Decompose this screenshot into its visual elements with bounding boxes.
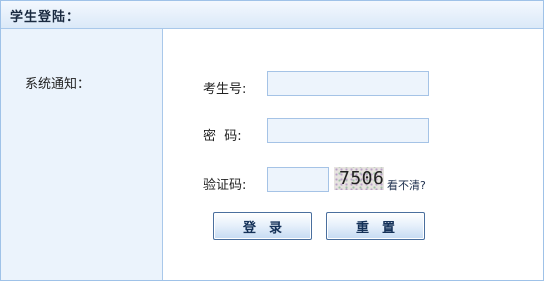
login-form	[163, 29, 543, 280]
password-label: 密 码:	[203, 129, 242, 144]
refresh-captcha-link[interactable]: 看不清?	[387, 177, 426, 193]
login-button[interactable]: 登录	[213, 212, 312, 240]
captcha-code: 7506	[339, 168, 384, 189]
captcha-image[interactable]: 7506	[334, 167, 384, 190]
exam-id-label: 考生号:	[203, 82, 247, 97]
reset-button[interactable]: 重置	[326, 212, 425, 240]
notice-title: 系统通知：	[25, 77, 91, 92]
captcha-input[interactable]	[267, 167, 329, 192]
exam-id-input[interactable]	[267, 71, 429, 96]
password-input[interactable]	[267, 118, 429, 143]
captcha-label: 验证码:	[203, 178, 247, 193]
notice-sidebar: 系统通知：	[1, 29, 163, 280]
panel-title: 学生登陆：	[10, 10, 81, 25]
panel-header: 学生登陆：	[1, 1, 543, 29]
